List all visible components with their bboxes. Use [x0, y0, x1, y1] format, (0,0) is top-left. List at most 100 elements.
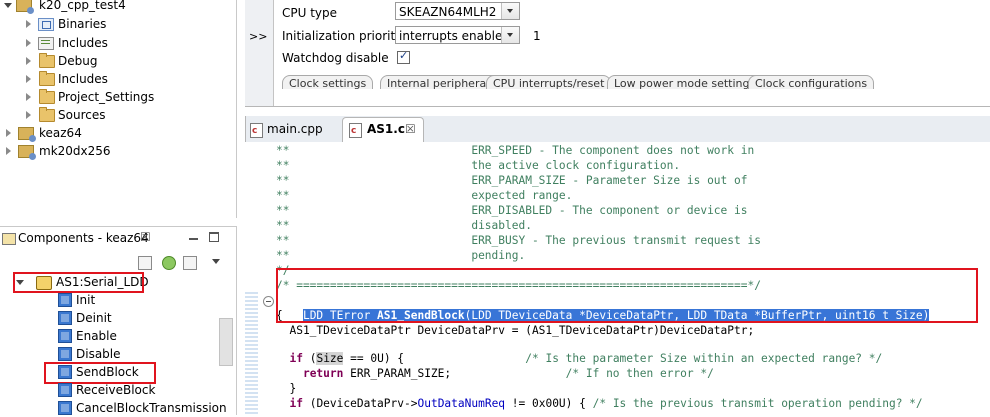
method-icon: [58, 347, 72, 361]
method-label: CancelBlockTransmission: [76, 401, 227, 415]
tab-as1-c[interactable]: AS1.c ☒: [342, 117, 424, 143]
cpp-file-icon: [250, 120, 263, 142]
method-icon: [58, 329, 72, 343]
code-text: (: [302, 352, 317, 365]
fold-collapse-icon[interactable]: [263, 296, 274, 307]
code-line: }: [276, 382, 297, 395]
expand-right-icon[interactable]: [26, 57, 31, 65]
method-label: Enable: [76, 329, 117, 343]
components-icon: [2, 233, 16, 245]
struct-field: OutDataNumReq: [417, 397, 506, 410]
tab-cpu-interrupts[interactable]: CPU interrupts/reset: [486, 75, 612, 89]
tree-item-label: Includes: [58, 72, 108, 86]
components-panel-header: Components - keaz64 ☒: [0, 228, 236, 250]
occurrence-highlight: Size: [316, 352, 344, 365]
tab-low-power-mode[interactable]: Low power mode settings: [607, 75, 763, 89]
init-priority-select[interactable]: interrupts enabled: [395, 26, 520, 44]
inspector-tabs: Clock settings Internal peripherals CPU …: [282, 75, 990, 89]
tab-main-cpp[interactable]: main.cpp: [250, 118, 340, 142]
method-icon: [58, 401, 72, 415]
code-line: ** disabled.: [276, 219, 532, 232]
expand-down-icon[interactable]: [4, 3, 12, 8]
close-icon[interactable]: ☒: [140, 230, 151, 244]
code-line-return: return ERR_PARAM_SIZE; /* If no then err…: [276, 366, 714, 381]
code-line: ** ERR_BUSY - The previous transmit requ…: [276, 234, 761, 247]
folder-icon: [39, 53, 55, 68]
method-icon: [58, 383, 72, 397]
code-comment: /* Is the previous transmit operation pe…: [592, 397, 923, 410]
maximize-icon[interactable]: [209, 232, 219, 242]
watchdog-checkbox[interactable]: ✓: [397, 49, 410, 64]
cpu-type-select[interactable]: SKEAZN64MLH2: [395, 2, 520, 20]
folder-icon: [39, 89, 55, 104]
c-file-icon: [349, 120, 362, 142]
code-line: ** expected range.: [276, 189, 573, 202]
binaries-icon: [38, 18, 54, 31]
expand-double-arrow-icon[interactable]: >>: [249, 30, 267, 43]
method-label: Disable: [76, 347, 121, 361]
code-text: (DeviceDataPrv->: [302, 397, 418, 410]
code-text: ERR_PARAM_SIZE;: [343, 367, 566, 380]
chevron-down-icon[interactable]: [501, 27, 519, 43]
cpu-type-label: CPU type: [282, 6, 338, 20]
method-label: ReceiveBlock: [76, 383, 156, 397]
method-icon: [58, 311, 72, 325]
chevron-down-icon[interactable]: [501, 3, 519, 19]
expand-right-icon[interactable]: [6, 129, 11, 137]
minimize-icon[interactable]: [189, 238, 198, 240]
highlight-box-function-signature: [276, 268, 978, 323]
code-line: ** ERR_SPEED - The component does not wo…: [276, 144, 755, 157]
tab-label: AS1.c: [367, 122, 405, 136]
tree-item-label: Binaries: [58, 17, 107, 31]
cpu-type-value: SKEAZN64MLH2: [399, 5, 497, 19]
code-text: == 0U) {: [343, 352, 526, 365]
expand-panel-strip[interactable]: >>: [245, 0, 274, 106]
includes-icon: [38, 37, 54, 50]
components-scrollbar-thumb[interactable]: [219, 318, 233, 366]
expand-right-icon[interactable]: [26, 93, 31, 101]
tree-item-label: keaz64: [39, 126, 82, 140]
project-icon: [18, 145, 36, 160]
components-panel-title: Components - keaz64: [18, 231, 149, 245]
tab-internal-peripherals[interactable]: Internal peripherals: [380, 75, 502, 89]
code-line-if-size: if (Size == 0U) { /* Is the parameter Si…: [276, 351, 882, 366]
editor-tab-bar: main.cpp AS1.c ☒: [245, 116, 990, 143]
tab-label: main.cpp: [267, 122, 323, 136]
editor-change-ruler: [245, 292, 258, 414]
init-priority-label: Initialization priority: [282, 29, 403, 43]
tab-clock-configurations[interactable]: Clock configurations: [748, 75, 875, 89]
code-line: ** ERR_DISABLED - The component or devic…: [276, 204, 748, 217]
tree-item-label: mk20dx256: [39, 144, 111, 158]
expand-right-icon[interactable]: [6, 147, 11, 155]
expand-right-icon[interactable]: [26, 20, 31, 28]
keyword: return: [302, 367, 344, 380]
highlight-box-component: [13, 272, 144, 293]
tree-scrollbar[interactable]: [218, 0, 235, 218]
keyword: if: [289, 397, 303, 410]
tree-item-label: Debug: [58, 54, 98, 68]
tab-clock-settings[interactable]: Clock settings: [282, 75, 374, 89]
code-text: != 0x00U) {: [505, 397, 593, 410]
tree-item-label: Sources: [58, 108, 106, 122]
code-line: AS1_TDeviceDataPtr DeviceDataPrv = (AS1_…: [276, 324, 755, 337]
code-line: ** pending.: [276, 249, 526, 262]
expand-right-icon[interactable]: [26, 111, 31, 119]
expand-right-icon[interactable]: [26, 75, 31, 83]
tree-item-label: Includes: [58, 36, 108, 50]
code-line-if-pending: if (DeviceDataPrv->OutDataNumReq != 0x00…: [276, 396, 923, 411]
code-comment: /* If no then error */: [565, 367, 714, 380]
tree-item-label: Project_Settings: [58, 90, 155, 104]
watchdog-label: Watchdog disable: [282, 51, 389, 65]
generate-code-icon[interactable]: [162, 256, 176, 270]
keyword: if: [289, 352, 303, 365]
component-inspector-icon[interactable]: [183, 256, 197, 270]
project-explorer: k20_cpp_test4 Binaries Includes Debug In…: [0, 0, 237, 218]
expand-right-icon[interactable]: [26, 39, 31, 47]
folder-icon: [39, 71, 55, 86]
project-icon: [16, 0, 34, 14]
init-priority-value: interrupts enabled: [399, 29, 510, 43]
collapse-all-icon[interactable]: [138, 256, 152, 270]
close-icon[interactable]: ☒: [405, 118, 416, 140]
tree-item-label: k20_cpp_test4: [39, 0, 126, 12]
view-menu-icon[interactable]: [212, 259, 220, 264]
